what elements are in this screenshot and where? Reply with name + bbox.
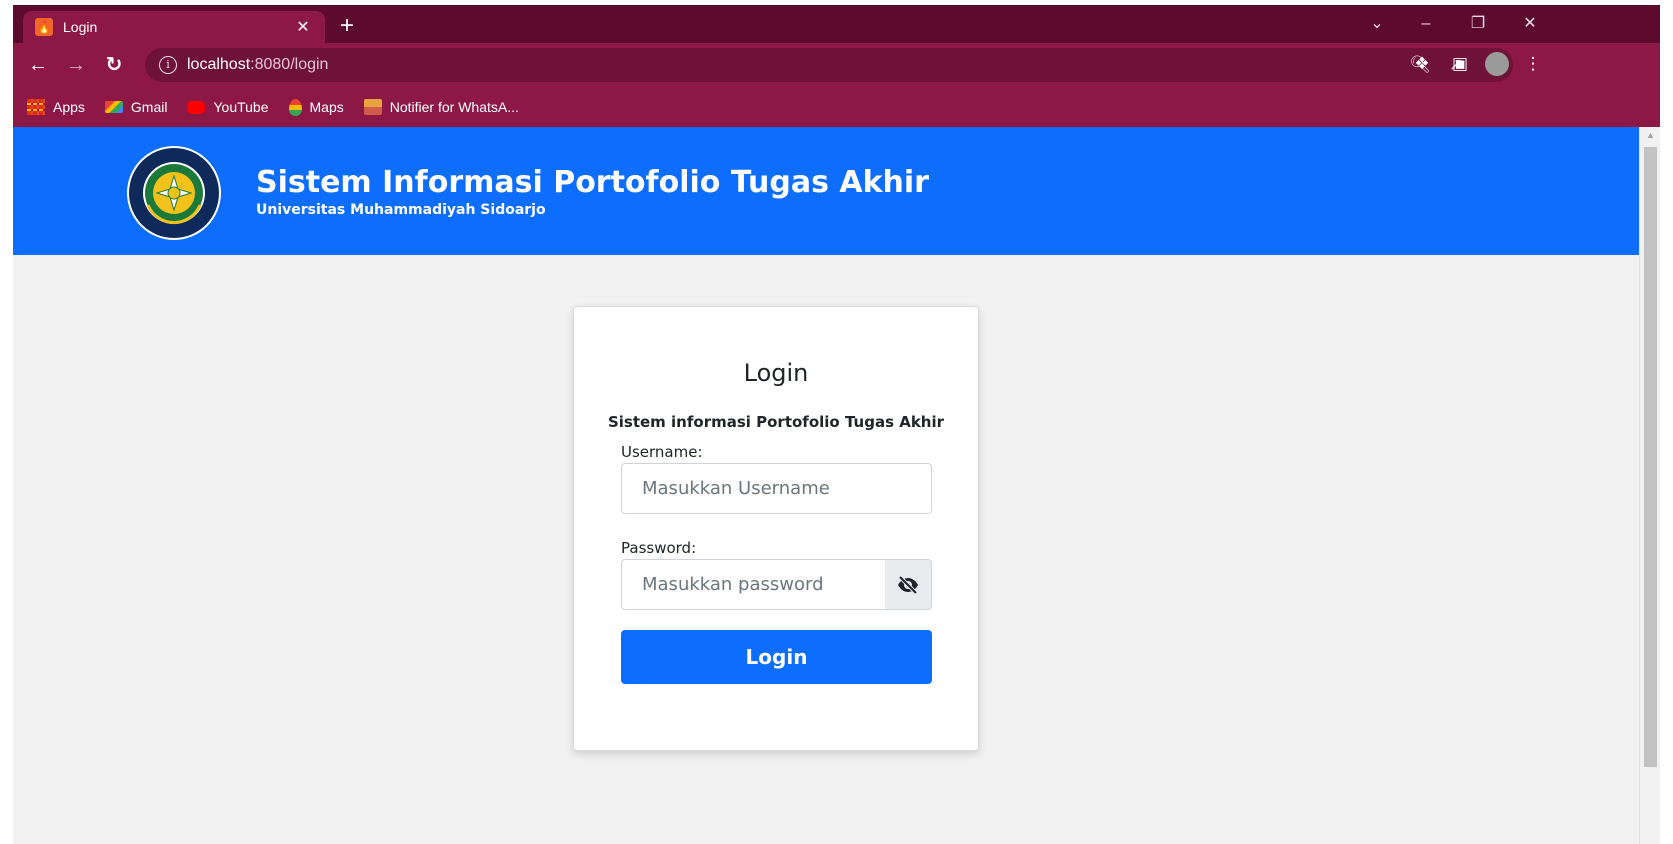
reload-icon[interactable]: ↻	[95, 46, 133, 84]
bookmark-maps[interactable]: Maps	[288, 98, 344, 116]
forward-icon[interactable]: →	[57, 46, 95, 84]
university-logo	[127, 146, 221, 240]
flame-icon: 🔥	[35, 18, 53, 36]
bookmark-apps[interactable]: Apps	[27, 99, 85, 115]
username-input[interactable]	[621, 463, 932, 514]
back-icon[interactable]: ←	[19, 46, 57, 84]
password-label: Password:	[621, 539, 697, 557]
apps-grid-icon	[27, 99, 45, 115]
site-subtitle: Universitas Muhammadiyah Sidoarjo	[256, 202, 546, 218]
username-label: Username:	[621, 443, 703, 461]
login-card: Login Sistem informasi Portofolio Tugas …	[573, 306, 979, 751]
url-path: :8080/login	[250, 56, 329, 73]
menu-icon[interactable]: ⋮	[1516, 47, 1550, 81]
info-icon[interactable]: i	[159, 56, 177, 74]
scroll-up-icon[interactable]: ▲	[1640, 127, 1660, 144]
bookmarks-bar: Apps Gmail YouTube Maps Notifier for Wha…	[13, 87, 1660, 127]
page-viewport: Sistem Informasi Portofolio Tugas Akhir …	[13, 127, 1660, 844]
gmail-icon	[104, 101, 123, 113]
site-header: Sistem Informasi Portofolio Tugas Akhir …	[13, 127, 1639, 255]
toggle-password-button[interactable]	[885, 559, 932, 610]
browser-window: 🔥 Login ✕ + ⌄ – ❐ ✕ ← → ↻ i localhost :8…	[13, 5, 1660, 844]
youtube-icon	[187, 100, 206, 114]
side-panel-icon[interactable]: ▣	[1443, 47, 1477, 81]
scrollbar[interactable]: ▲	[1639, 127, 1660, 844]
avatar[interactable]	[1480, 47, 1514, 81]
login-title: Login	[743, 359, 809, 387]
tab-title: Login	[63, 19, 98, 35]
minimize-icon[interactable]: –	[1406, 11, 1446, 37]
tab-strip: 🔥 Login ✕ + ⌄ – ❐ ✕	[13, 5, 1660, 43]
login-button[interactable]: Login	[621, 630, 932, 684]
url-host: localhost	[187, 56, 251, 73]
notifier-icon	[363, 99, 382, 115]
scrollbar-thumb[interactable]	[1644, 147, 1657, 767]
bookmark-gmail[interactable]: Gmail	[104, 99, 167, 115]
maps-pin-icon	[288, 98, 302, 116]
address-bar[interactable]: i localhost :8080/login 🔍︎ ↗ ☆	[145, 48, 1513, 82]
bookmark-youtube[interactable]: YouTube	[187, 99, 269, 115]
restore-icon[interactable]: ❐	[1458, 11, 1498, 37]
site-title: Sistem Informasi Portofolio Tugas Akhir	[256, 165, 929, 200]
login-subtitle: Sistem informasi Portofolio Tugas Akhir	[607, 413, 945, 431]
password-input[interactable]	[621, 559, 886, 610]
chevron-down-icon[interactable]: ⌄	[1357, 11, 1397, 37]
close-icon[interactable]: ✕	[293, 17, 313, 37]
tab-login[interactable]: 🔥 Login ✕	[23, 11, 325, 43]
eye-slash-icon	[898, 575, 918, 594]
extensions-icon[interactable]: ❖	[1405, 47, 1439, 81]
close-window-icon[interactable]: ✕	[1510, 11, 1550, 37]
new-tab-button[interactable]: +	[333, 13, 361, 41]
bookmark-notifier[interactable]: Notifier for WhatsA...	[363, 99, 519, 115]
